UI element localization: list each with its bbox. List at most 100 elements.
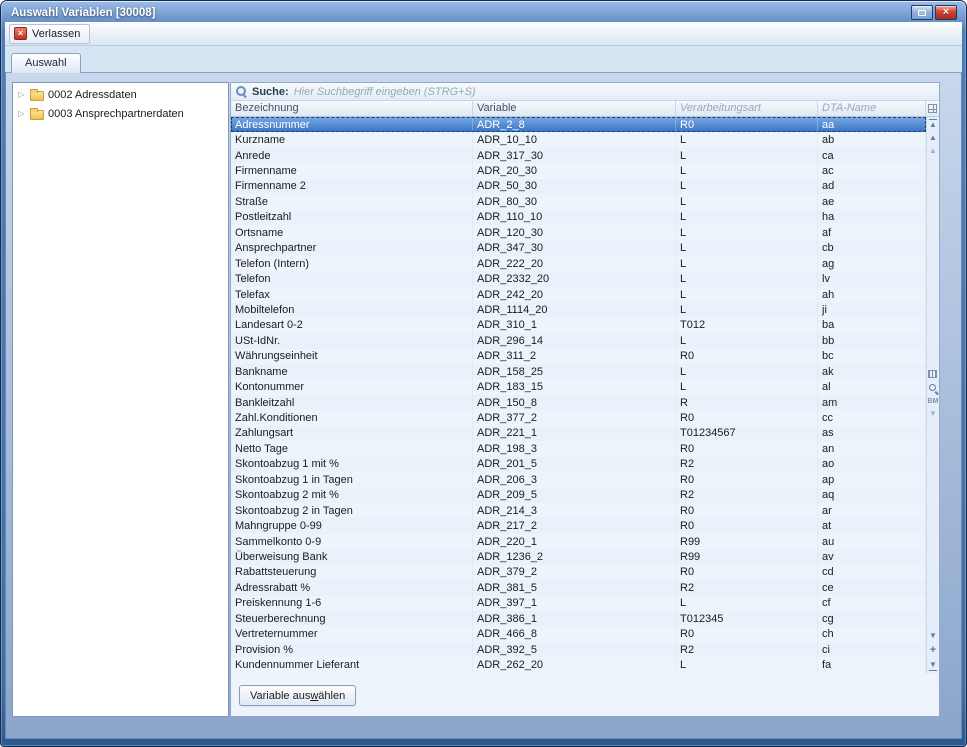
table-cell: L [676,364,818,379]
table-cell: Telefon [231,271,473,286]
table-cell: ab [818,132,926,147]
table-cell: av [818,549,926,564]
add-row-icon[interactable]: + [930,645,936,656]
tab-auswahl[interactable]: Auswahl [11,53,81,73]
verlassen-button[interactable]: × Verlassen [9,24,90,44]
table-row[interactable]: Firmenname 2ADR_50_30Lad [231,179,926,194]
expander-icon[interactable]: ▷ [17,90,26,99]
table-row[interactable]: TelefaxADR_242_20Lah [231,287,926,302]
table-cell: L [676,179,818,194]
exit-icon: × [14,27,27,40]
table-cell: Adressnummer [231,117,473,132]
table-cell: aq [818,488,926,503]
table-row[interactable]: FirmennameADR_20_30Lac [231,163,926,178]
scroll-down-icon[interactable]: ▼ [929,632,937,640]
table-row[interactable]: Skontoabzug 1 mit %ADR_201_5R2ao [231,457,926,472]
table-cell: L [676,132,818,147]
filter-icon[interactable]: ▼ [929,410,937,418]
table-row[interactable]: Provision %ADR_392_5R2ci [231,642,926,657]
table-cell: R0 [676,518,818,533]
close-button[interactable]: × [935,5,957,20]
search-icon[interactable] [928,383,938,393]
tree-item[interactable]: ▷0003 Ansprechpartnerdaten [13,104,228,123]
scroll-first-icon[interactable]: ▲ [929,119,937,129]
table-row[interactable]: BanknameADR_158_25Lak [231,364,926,379]
table-cell: fa [818,657,926,672]
table-cell: Netto Tage [231,441,473,456]
table-row[interactable]: AnredeADR_317_30Lca [231,148,926,163]
grid-header-cells: BezeichnungVariableVerarbeitungsartDTA-N… [231,101,926,116]
table-row[interactable]: AdressnummerADR_2_8R0aa [231,117,926,132]
tree-item[interactable]: ▷0002 Adressdaten [13,85,228,104]
table-row[interactable]: Zahl.KonditionenADR_377_2R0cc [231,410,926,425]
table-row[interactable]: USt-IdNr.ADR_296_14Lbb [231,333,926,348]
table-row[interactable]: VertreternummerADR_466_8R0ch [231,626,926,641]
table-row[interactable]: KontonummerADR_183_15Lal [231,379,926,394]
table-cell: Ansprechpartner [231,241,473,256]
table-cell: af [818,225,926,240]
search-input[interactable] [294,86,934,98]
table-row[interactable]: SteuerberechnungADR_386_1T012345cg [231,611,926,626]
table-row[interactable]: ZahlungsartADR_221_1T01234567as [231,426,926,441]
grid-footer: Variable auswählen [231,673,939,716]
table-cell: ji [818,302,926,317]
table-row[interactable]: PostleitzahlADR_110_10Lha [231,210,926,225]
table-row[interactable]: Preiskennung 1-6ADR_397_1Lcf [231,596,926,611]
verlassen-label: Verlassen [32,28,80,40]
page-up-icon[interactable]: ▲ [929,147,937,155]
table-row[interactable]: Mahngruppe 0-99ADR_217_2R0at [231,518,926,533]
title-bar[interactable]: Auswahl Variablen [30008] × [11,4,960,21]
table-cell: L [676,596,818,611]
table-row[interactable]: KurznameADR_10_10Lab [231,132,926,147]
table-row[interactable]: MobiltelefonADR_1114_20Lji [231,302,926,317]
table-cell: ba [818,318,926,333]
table-row[interactable]: StraßeADR_80_30Lae [231,194,926,209]
table-row[interactable]: Telefon (Intern)ADR_222_20Lag [231,256,926,271]
bookmark-icon[interactable]: BM [928,398,939,405]
table-cell: L [676,333,818,348]
table-cell: Postleitzahl [231,210,473,225]
table-cell: Skontoabzug 2 in Tagen [231,503,473,518]
table-row[interactable]: OrtsnameADR_120_30Laf [231,225,926,240]
table-cell: Mahngruppe 0-99 [231,518,473,533]
table-row[interactable]: Adressrabatt %ADR_381_5R2ce [231,580,926,595]
table-row[interactable]: Kundennummer LieferantADR_262_20Lfa [231,657,926,672]
table-row[interactable]: Sammelkonto 0-9ADR_220_1R99au [231,534,926,549]
expander-icon[interactable]: ▷ [17,109,26,118]
column-header-variable[interactable]: Variable [473,101,676,116]
table-row[interactable]: Skontoabzug 2 mit %ADR_209_5R2aq [231,488,926,503]
table-cell: Sammelkonto 0-9 [231,534,473,549]
table-row[interactable]: WährungseinheitADR_311_2R0bc [231,349,926,364]
column-header-verarbeitungsart[interactable]: Verarbeitungsart [676,101,818,116]
table-row[interactable]: Überweisung BankADR_1236_2R99av [231,549,926,564]
table-row[interactable]: AnsprechpartnerADR_347_30Lcb [231,241,926,256]
restore-button[interactable] [911,5,933,20]
table-cell: bc [818,349,926,364]
column-chooser-icon[interactable] [928,370,937,378]
column-header-dta-name[interactable]: DTA-Name [818,101,926,116]
table-row[interactable]: RabattsteuerungADR_379_2R0cd [231,565,926,580]
table-row[interactable]: Landesart 0-2ADR_310_1T012ba [231,318,926,333]
table-row[interactable]: Skontoabzug 1 in TagenADR_206_3R0ap [231,472,926,487]
table-row[interactable]: TelefonADR_2332_20Llv [231,271,926,286]
table-cell: ADR_220_1 [473,534,676,549]
table-row[interactable]: Netto TageADR_198_3R0an [231,441,926,456]
select-label-pre: Variable aus [250,690,310,702]
column-header-bezeichnung[interactable]: Bezeichnung [231,101,473,116]
table-cell: cc [818,410,926,425]
scroll-last-icon[interactable]: ▼ [929,661,937,671]
table-cell: Skontoabzug 1 in Tagen [231,472,473,487]
table-cell: Vertreternummer [231,626,473,641]
table-cell: ADR_206_3 [473,472,676,487]
search-bar: Suche: [231,83,939,101]
scroll-up-icon[interactable]: ▲ [929,134,937,142]
table-cell: R0 [676,472,818,487]
table-cell: USt-IdNr. [231,333,473,348]
column-chooser-button[interactable] [926,101,939,116]
variable-auswaehlen-button[interactable]: Variable auswählen [239,685,356,706]
table-row[interactable]: BankleitzahlADR_150_8Ram [231,395,926,410]
table-cell: Kurzname [231,132,473,147]
table-row[interactable]: Skontoabzug 2 in TagenADR_214_3R0ar [231,503,926,518]
table-cell: ADR_262_20 [473,657,676,672]
table-cell: ch [818,626,926,641]
